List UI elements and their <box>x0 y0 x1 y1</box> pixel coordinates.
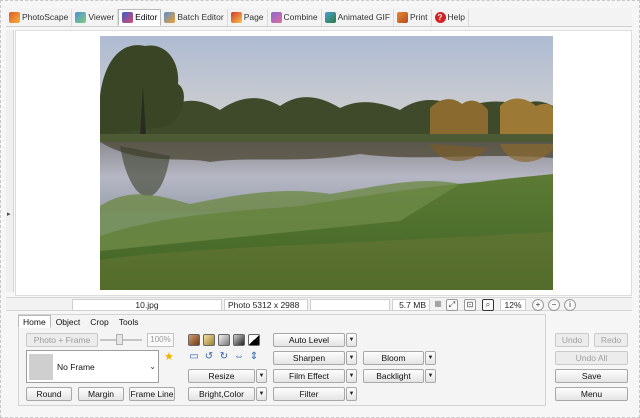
photo-preview[interactable] <box>100 36 553 290</box>
fit-screen-icon[interactable]: ⤢ <box>446 299 458 311</box>
photo-frame-button[interactable]: Photo + Frame <box>26 333 98 347</box>
film-effect-dropdown-icon[interactable]: ▼ <box>346 369 357 383</box>
menu-item-page[interactable]: Page <box>228 8 268 26</box>
menu-item-label: Combine <box>283 12 318 22</box>
menu-item-viewer[interactable]: Viewer <box>72 8 119 26</box>
frame-select-value: No Frame <box>57 362 95 372</box>
combine-icon <box>270 11 282 23</box>
rotate-right-icon[interactable]: ↻ <box>218 351 230 363</box>
status-filename: 10.jpg <box>72 299 222 311</box>
resize-dropdown-icon[interactable]: ▼ <box>256 369 267 383</box>
bloom-dropdown-icon[interactable]: ▼ <box>425 351 436 365</box>
status-dimensions: Photo 5312 x 2988 <box>224 299 308 311</box>
undo-button[interactable]: Undo <box>555 333 589 347</box>
menu-item-label: Editor <box>135 12 158 22</box>
save-button[interactable]: Save <box>555 369 628 383</box>
chevron-right-icon: ▸ <box>7 211 11 218</box>
warm-swatch-icon[interactable] <box>203 334 215 346</box>
animated-gif-icon <box>324 11 336 23</box>
tab-tools[interactable]: Tools <box>114 315 144 328</box>
menu-item-label: PhotoScape <box>22 12 69 22</box>
landscape-icon[interactable]: ▭ <box>188 351 200 363</box>
grayscale-swatch-icon[interactable] <box>218 334 230 346</box>
undo-all-button[interactable]: Undo All <box>555 351 628 365</box>
tab-crop[interactable]: Crop <box>85 315 113 328</box>
round-button[interactable]: Round <box>26 387 72 401</box>
menu-item-animated-gif[interactable]: Animated GIF <box>322 8 395 26</box>
frame-line-button[interactable]: Frame Line <box>129 387 175 401</box>
left-panel-toggle[interactable]: ▸ <box>6 30 14 292</box>
zoom-in-icon[interactable]: + <box>532 299 544 311</box>
tab-home[interactable]: Home <box>18 315 51 328</box>
status-zoom: 12% <box>500 299 526 311</box>
actual-size-icon[interactable]: ⊡ <box>464 299 476 311</box>
page-icon <box>230 11 242 23</box>
status-empty <box>310 299 390 311</box>
zoom-fit-icon[interactable]: ⌕ <box>482 299 494 311</box>
photoscape-icon <box>9 11 20 23</box>
tab-object[interactable]: Object <box>51 315 86 328</box>
bloom-button[interactable]: Bloom <box>363 351 424 365</box>
flip-horizontal-icon[interactable]: ⇔ <box>233 351 245 363</box>
tool-tabs: Home Object Crop Tools <box>18 315 144 328</box>
resize-button[interactable]: Resize <box>188 369 255 383</box>
favorite-star-icon[interactable]: ★ <box>164 350 174 363</box>
frame-thumbnail <box>29 354 53 380</box>
menu-item-photoscape[interactable]: PhotoScape <box>6 8 73 26</box>
sharpen-dropdown-icon[interactable]: ▼ <box>346 351 357 365</box>
zoom-out-icon[interactable]: − <box>548 299 560 311</box>
menu-button[interactable]: Menu <box>555 387 628 401</box>
menu-item-print[interactable]: Print <box>394 8 432 26</box>
bright-color-dropdown-icon[interactable]: ▼ <box>256 387 267 401</box>
negative-swatch-icon[interactable] <box>248 334 260 346</box>
checker-icon[interactable]: ▦ <box>432 299 444 311</box>
menu-item-combine[interactable]: Combine <box>268 8 322 26</box>
redo-button[interactable]: Redo <box>594 333 628 347</box>
sharpen-button[interactable]: Sharpen <box>273 351 345 365</box>
editor-icon <box>122 11 134 23</box>
frame-select[interactable]: No Frame ⌄ <box>26 350 159 383</box>
filter-button[interactable]: Filter <box>273 387 345 401</box>
opacity-slider-thumb[interactable] <box>116 334 123 345</box>
backlight-dropdown-icon[interactable]: ▼ <box>425 369 436 383</box>
menu-bar: PhotoScape Viewer Editor Batch Editor Pa… <box>6 8 632 27</box>
opacity-value[interactable]: 100% <box>147 333 174 347</box>
batch-editor-icon <box>164 11 176 23</box>
bright-color-button[interactable]: Bright,Color <box>188 387 255 401</box>
info-icon[interactable]: i <box>564 299 576 311</box>
print-icon <box>397 11 409 23</box>
rotate-left-icon[interactable]: ↺ <box>203 351 215 363</box>
viewer-icon <box>75 11 87 23</box>
menu-item-label: Viewer <box>88 12 115 22</box>
filter-dropdown-icon[interactable]: ▼ <box>346 387 357 401</box>
menu-item-label: Help <box>447 12 465 22</box>
margin-button[interactable]: Margin <box>78 387 124 401</box>
chevron-down-icon: ⌄ <box>149 362 156 371</box>
menu-item-label: Batch Editor <box>177 12 224 22</box>
backlight-button[interactable]: Backlight <box>363 369 424 383</box>
film-effect-button[interactable]: Film Effect <box>273 369 345 383</box>
help-icon: ? <box>434 11 446 23</box>
menu-item-help[interactable]: ? Help <box>432 8 469 26</box>
landscape-photo <box>100 36 553 290</box>
status-bar: 10.jpg Photo 5312 x 2988 5.7 MB ▦ ⤢ ⊡ ⌕ … <box>6 297 632 311</box>
auto-level-button[interactable]: Auto Level <box>273 333 345 347</box>
auto-level-dropdown-icon[interactable]: ▼ <box>346 333 357 347</box>
status-filesize: 5.7 MB <box>392 299 430 311</box>
sepia-swatch-icon[interactable] <box>188 334 200 346</box>
flip-vertical-icon[interactable]: ⇕ <box>248 351 260 363</box>
menu-item-label: Animated GIF <box>337 12 391 22</box>
menu-item-editor[interactable]: Editor <box>118 8 162 26</box>
dark-swatch-icon[interactable] <box>233 334 245 346</box>
menu-item-batch-editor[interactable]: Batch Editor <box>161 8 228 26</box>
menu-item-label: Page <box>243 12 264 22</box>
menu-item-label: Print <box>410 12 428 22</box>
